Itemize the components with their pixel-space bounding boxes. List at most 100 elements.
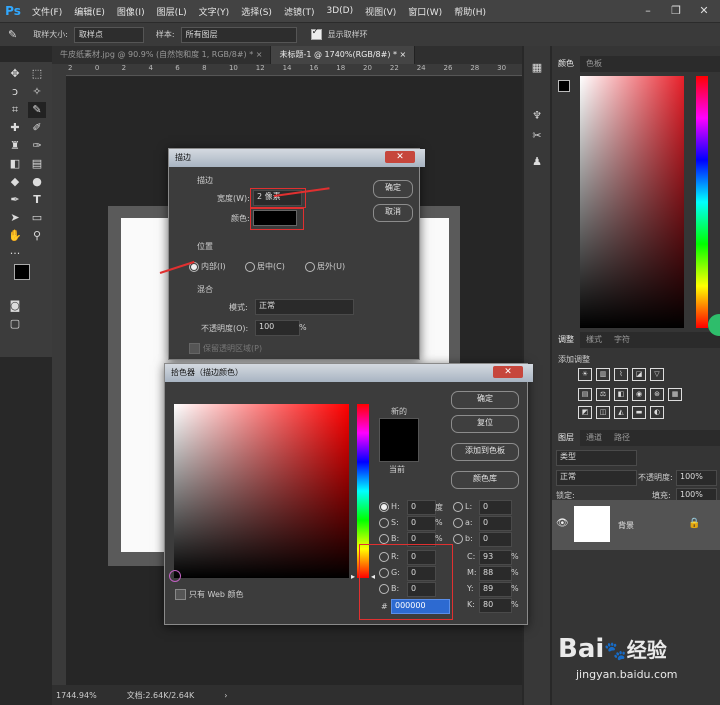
mode-select[interactable]: 正常: [255, 299, 354, 315]
hue-radio[interactable]: [379, 502, 389, 512]
channel-mixer-icon[interactable]: ⊛: [650, 388, 664, 401]
lab-a-field[interactable]: 0: [479, 516, 512, 531]
position-center-radio[interactable]: [245, 262, 255, 272]
marquee-tool-icon[interactable]: ⬚: [28, 66, 46, 82]
history-brush-icon[interactable]: ✑: [28, 138, 46, 154]
menu-edit[interactable]: 编辑(E): [68, 5, 111, 18]
lab-l-field[interactable]: 0: [479, 500, 512, 515]
hue-sat-icon[interactable]: ▤: [578, 388, 592, 401]
exposure-icon[interactable]: ◪: [632, 368, 646, 381]
more-tools-icon[interactable]: ···: [6, 246, 24, 262]
color-field[interactable]: [580, 76, 684, 328]
menu-view[interactable]: 视图(V): [359, 5, 402, 18]
blur-tool-icon[interactable]: ◆: [6, 174, 24, 190]
selective-color-icon[interactable]: ◐: [650, 406, 664, 419]
tool-presets-icon[interactable]: ✂: [528, 128, 546, 144]
tab-swatches[interactable]: 色板: [580, 56, 608, 72]
cyan-field[interactable]: 93: [479, 550, 512, 565]
zoom-level[interactable]: 1744.94%: [56, 691, 97, 700]
eraser-tool-icon[interactable]: ◧: [6, 156, 24, 172]
menu-3d[interactable]: 3D(D): [320, 6, 359, 16]
minimize-button[interactable]: –: [634, 0, 662, 22]
position-outside-radio[interactable]: [305, 262, 315, 272]
sample-select[interactable]: 所有图层: [180, 26, 297, 43]
clone-source-icon[interactable]: ♟: [528, 154, 546, 170]
web-colors-checkbox[interactable]: [175, 589, 186, 600]
brightness-icon[interactable]: ☀: [578, 368, 592, 381]
eyedropper-tool-icon[interactable]: ✎: [28, 102, 46, 118]
type-tool-icon[interactable]: T: [28, 192, 46, 208]
tab-channels[interactable]: 通道: [580, 430, 608, 446]
pen-tool-icon[interactable]: ✒: [6, 192, 24, 208]
menu-help[interactable]: 帮助(H): [448, 5, 492, 18]
tab-styles[interactable]: 樣式: [580, 332, 608, 348]
add-to-swatches-button[interactable]: 添加到色板: [451, 443, 519, 461]
saturation-brightness-field[interactable]: [174, 404, 349, 578]
color-lookup-icon[interactable]: ▦: [668, 388, 682, 401]
bw-icon[interactable]: ◧: [614, 388, 628, 401]
move-tool-icon[interactable]: ✥: [6, 66, 24, 82]
menu-select[interactable]: 选择(S): [235, 5, 278, 18]
tab-layers[interactable]: 图层: [552, 430, 580, 446]
stroke-opacity-field[interactable]: 100: [255, 320, 300, 336]
color-libraries-button[interactable]: 颜色库: [451, 471, 519, 489]
shape-tool-icon[interactable]: ▭: [28, 210, 46, 226]
picker-close-icon[interactable]: ✕: [493, 366, 523, 378]
tab-color[interactable]: 颜色: [552, 56, 580, 72]
brush-presets-icon[interactable]: ♆: [528, 108, 546, 124]
sample-size-select[interactable]: 取样点: [73, 26, 144, 43]
saturation-field[interactable]: 0: [407, 516, 436, 531]
dodge-tool-icon[interactable]: ●: [28, 174, 46, 190]
lab-b-radio[interactable]: [453, 534, 463, 544]
status-arrow-icon[interactable]: ›: [224, 691, 227, 700]
tab-character[interactable]: 字符: [608, 332, 636, 348]
yellow-field[interactable]: 89: [479, 582, 512, 597]
restore-button[interactable]: ❐: [662, 0, 690, 22]
zoom-tool-icon[interactable]: ⚲: [28, 228, 46, 244]
levels-icon[interactable]: ▥: [596, 368, 610, 381]
lab-a-radio[interactable]: [453, 518, 463, 528]
posterize-icon[interactable]: ◫: [596, 406, 610, 419]
eyedropper-icon[interactable]: ✎: [8, 28, 17, 41]
stroke-ok-button[interactable]: 确定: [373, 180, 413, 198]
stroke-cancel-button[interactable]: 取消: [373, 204, 413, 222]
tab-paths[interactable]: 路径: [608, 430, 636, 446]
magenta-field[interactable]: 88: [479, 566, 512, 581]
black-field[interactable]: 80: [479, 598, 512, 613]
layer-opacity-field[interactable]: 100%: [676, 470, 717, 486]
photo-filter-icon[interactable]: ◉: [632, 388, 646, 401]
lab-l-radio[interactable]: [453, 502, 463, 512]
saturation-radio[interactable]: [379, 518, 389, 528]
brush-tool-icon[interactable]: ✐: [28, 120, 46, 136]
picker-reset-button[interactable]: 复位: [451, 415, 519, 433]
menu-layer[interactable]: 图层(L): [151, 5, 193, 18]
menu-window[interactable]: 窗口(W): [402, 5, 448, 18]
picker-ok-button[interactable]: 确定: [451, 391, 519, 409]
healing-brush-icon[interactable]: ✚: [6, 120, 24, 136]
menu-filter[interactable]: 滤镜(T): [278, 5, 321, 18]
show-ring-checkbox[interactable]: [310, 27, 322, 40]
panel-foreground-swatch[interactable]: [558, 80, 570, 92]
tab-kraft-paper[interactable]: 牛皮纸素材.jpg @ 90.9% (自然饱和度 1, RGB/8#) * ×: [52, 46, 272, 64]
tab-adjustments[interactable]: 调整: [552, 332, 580, 348]
invert-icon[interactable]: ◩: [578, 406, 592, 419]
hue-field[interactable]: 0: [407, 500, 436, 515]
magic-wand-icon[interactable]: ✧: [28, 84, 46, 100]
stamp-tool-icon[interactable]: ♜: [6, 138, 24, 154]
lab-b-field[interactable]: 0: [479, 532, 512, 547]
menu-file[interactable]: 文件(F): [26, 5, 68, 18]
layer-kind-filter[interactable]: 类型: [556, 450, 637, 466]
stroke-close-icon[interactable]: ✕: [385, 151, 415, 163]
brightness-radio[interactable]: [379, 534, 389, 544]
picker-cursor[interactable]: [169, 570, 181, 582]
history-icon[interactable]: ▦: [528, 60, 546, 76]
hue-slider-left-arrow[interactable]: ▸: [351, 572, 355, 581]
crop-tool-icon[interactable]: ⌗: [6, 102, 24, 118]
window-close-button[interactable]: ✕: [690, 0, 718, 22]
foreground-color-swatch[interactable]: [14, 264, 30, 280]
preserve-transparency-checkbox[interactable]: [189, 343, 200, 354]
tab-untitled-1[interactable]: 未标题-1 @ 1740%(RGB/8#) * ×: [271, 46, 416, 64]
threshold-icon[interactable]: ◭: [614, 406, 628, 419]
blend-mode-select[interactable]: 正常: [556, 470, 637, 486]
color-balance-icon[interactable]: ⚖: [596, 388, 610, 401]
